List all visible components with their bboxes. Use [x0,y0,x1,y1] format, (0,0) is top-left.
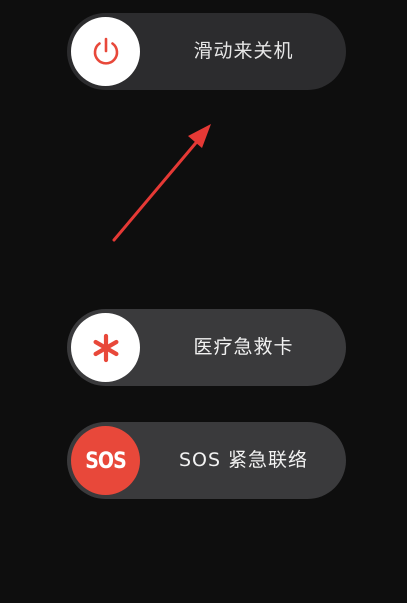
sos-knob[interactable]: SOS [71,426,140,495]
medical-id-slider[interactable]: 医疗急救卡 [67,309,346,386]
medical-id-label: 医疗急救卡 [193,336,294,358]
power-off-screen: 滑动来关机 医疗急救卡 SOS SOS 紧急联络 [0,0,407,603]
asterisk-icon [92,333,118,362]
power-off-knob[interactable] [71,17,140,86]
sos-knob-text: SOS [85,447,127,474]
medical-id-knob[interactable] [71,313,140,382]
annotation-arrow-icon [112,124,211,242]
emergency-sos-slider[interactable]: SOS SOS 紧急联络 [67,422,346,499]
power-icon [93,37,118,65]
power-off-label: 滑动来关机 [193,40,294,62]
power-off-slider[interactable]: 滑动来关机 [67,13,346,90]
emergency-sos-label: SOS 紧急联络 [178,449,309,471]
